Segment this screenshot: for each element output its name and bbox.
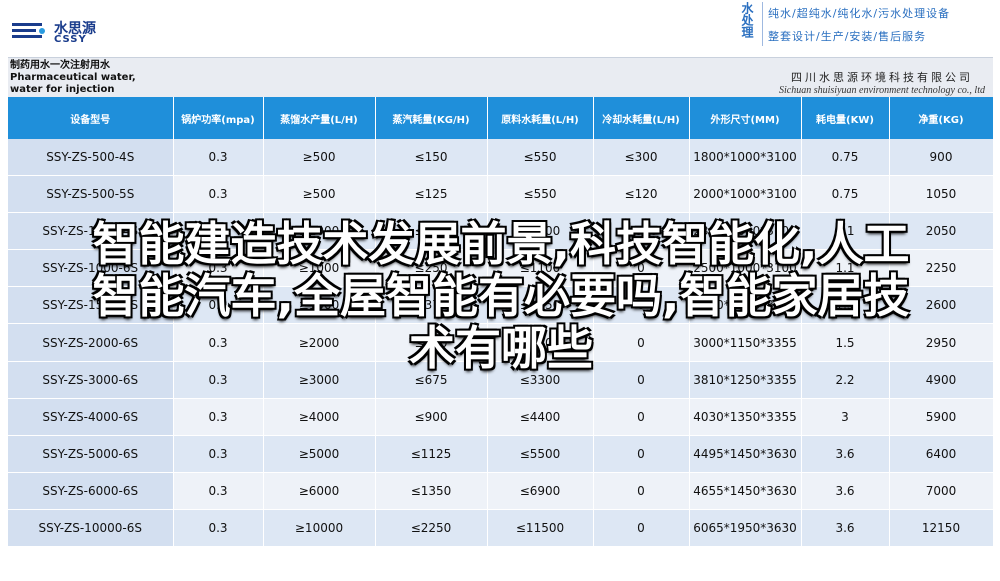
table-cell: 0 [593,398,690,436]
table-cell: 0 [593,509,690,548]
table-cell: 900 [889,139,994,177]
table-cell: 1050 [889,175,994,214]
top-banner: 水思源 CSSY 水处理 纯水/超纯水/纯化水/污水处理设备 整套设计/生产/安… [0,0,1000,56]
table-cell: 2000*1000*3100 [689,175,802,214]
table-cell: 4655*1450*3630 [689,472,802,510]
table-cell: 0.3 [173,398,264,436]
overlay-line-2: 智能汽车,全屋智能有必要吗,智能家居技 [92,269,910,323]
table-cell: 3 [801,398,890,436]
table-cell: ≤1125 [375,435,488,473]
table-cell: 0.3 [173,509,264,548]
column-header: 锅炉功率(mpa) [173,97,264,139]
column-header: 净重(KG) [889,97,994,139]
table-row: SSY-ZS-6000-6S 0.3 ≥6000 ≤1350 ≤6900 0 4655*14… [8,472,994,510]
table-cell: ≤125 [375,175,488,214]
table-cell: 7000 [889,472,994,510]
table-cell: ≤4400 [487,398,594,436]
table-cell: 0.75 [801,175,890,214]
table-cell: 0.3 [173,175,264,214]
column-header: 原料水耗量(L/H) [487,97,594,139]
model-cell: SSY-ZS-500-4S [8,139,174,177]
company-name-cn: 四川水思源环境科技有限公司 [791,71,973,84]
table-cell: 0.3 [173,472,264,510]
overlay-line-1: 智能建造技术发展前景,科技智能化,人工 [92,217,910,271]
table-cell: ≤6900 [487,472,594,510]
model-cell: SSY-ZS-5000-6S [8,435,174,473]
table-row: SSY-ZS-5000-6S 0.3 ≥5000 ≤1125 ≤5500 0 4495*14… [8,435,994,473]
document-title-cn: 制药用水一次注射用水 [10,60,110,71]
table-cell: 0.75 [801,139,890,177]
table-cell: ≤11500 [487,509,594,548]
brand-logo[interactable]: 水思源 CSSY [12,18,152,48]
model-cell: SSY-ZS-500-5S [8,175,174,214]
slogan-block: 水处理 纯水/超纯水/纯化水/污水处理设备 整套设计/生产/安装/售后服务 [738,2,1000,48]
model-cell: SSY-ZS-4000-6S [8,398,174,436]
table-cell: 5900 [889,398,994,436]
column-header: 设备型号 [8,97,174,139]
company-name-en: Sichuan shuisiyuan environment technolog… [779,85,985,96]
table-row: SSY-ZS-500-4S 0.3 ≥500 ≤150 ≤550 ≤300 1800*100… [8,139,994,177]
column-header: 冷却水耗量(L/H) [593,97,690,139]
table-cell: ≤550 [487,175,594,214]
table-cell: 6400 [889,435,994,473]
table-cell: ≤550 [487,139,594,177]
table-cell: 0 [593,435,690,473]
table-header-row: 设备型号 锅炉功率(mpa) 蒸馏水产量(L/H) 蒸汽耗量(KG/H) 原料水… [8,97,994,139]
table-cell: 0.3 [173,139,264,177]
table-cell: 4495*1450*3630 [689,435,802,473]
overlay-headline: 智能建造技术发展前景,科技智能化,人工 智能汽车,全屋智能有必要吗,智能家居技 … [6,218,996,374]
table-cell: ≥10000 [263,509,376,548]
table-cell: ≤150 [375,139,488,177]
slogan-line-2: 整套设计/生产/安装/售后服务 [768,30,927,43]
table-cell: ≤2250 [375,509,488,548]
table-cell: 6065*1950*3630 [689,509,802,548]
table-cell: ≤300 [593,139,690,177]
table-cell: 0.3 [173,435,264,473]
table-row: SSY-ZS-500-5S 0.3 ≥500 ≤125 ≤550 ≤120 2000*100… [8,175,994,214]
table-cell: ≥5000 [263,435,376,473]
brand-sub: CSSY [54,34,87,45]
table-cell: ≥500 [263,139,376,177]
table-cell: ≤5500 [487,435,594,473]
model-cell: SSY-ZS-6000-6S [8,472,174,510]
table-cell: 3.6 [801,472,890,510]
table-cell: 3.6 [801,509,890,548]
document-title-en: Pharmaceutical water, water for injectio… [10,72,136,95]
table-cell: 1800*1000*3100 [689,139,802,177]
slogan-vertical-label: 水处理 [740,2,754,38]
table-cell: 3.6 [801,435,890,473]
slogan-line-1: 纯水/超纯水/纯化水/污水处理设备 [768,7,951,20]
document-title: 制药用水一次注射用水 Pharmaceutical water, water f… [10,60,170,96]
table-cell: ≥6000 [263,472,376,510]
table-cell: 4030*1350*3355 [689,398,802,436]
table-cell: 12150 [889,509,994,548]
document-header: 制药用水一次注射用水 Pharmaceutical water, water f… [8,57,993,98]
slogan-divider [762,2,763,46]
table-cell: 0 [593,472,690,510]
table-cell: ≤1350 [375,472,488,510]
water-drop-logo-icon [12,23,45,38]
table-row: SSY-ZS-4000-6S 0.3 ≥4000 ≤900 ≤4400 0 4030*135… [8,398,994,436]
table-cell: ≤120 [593,175,690,214]
model-cell: SSY-ZS-10000-6S [8,509,174,548]
table-cell: ≥4000 [263,398,376,436]
column-header: 蒸汽耗量(KG/H) [375,97,488,139]
column-header: 外形尺寸(MM) [689,97,802,139]
table-cell: ≤900 [375,398,488,436]
table-cell: ≥500 [263,175,376,214]
overlay-line-3: 术有哪些 [409,321,593,375]
table-row: SSY-ZS-10000-6S 0.3 ≥10000 ≤2250 ≤11500 0 6065… [8,509,994,548]
column-header: 蒸馏水产量(L/H) [263,97,376,139]
column-header: 耗电量(KW) [801,97,890,139]
